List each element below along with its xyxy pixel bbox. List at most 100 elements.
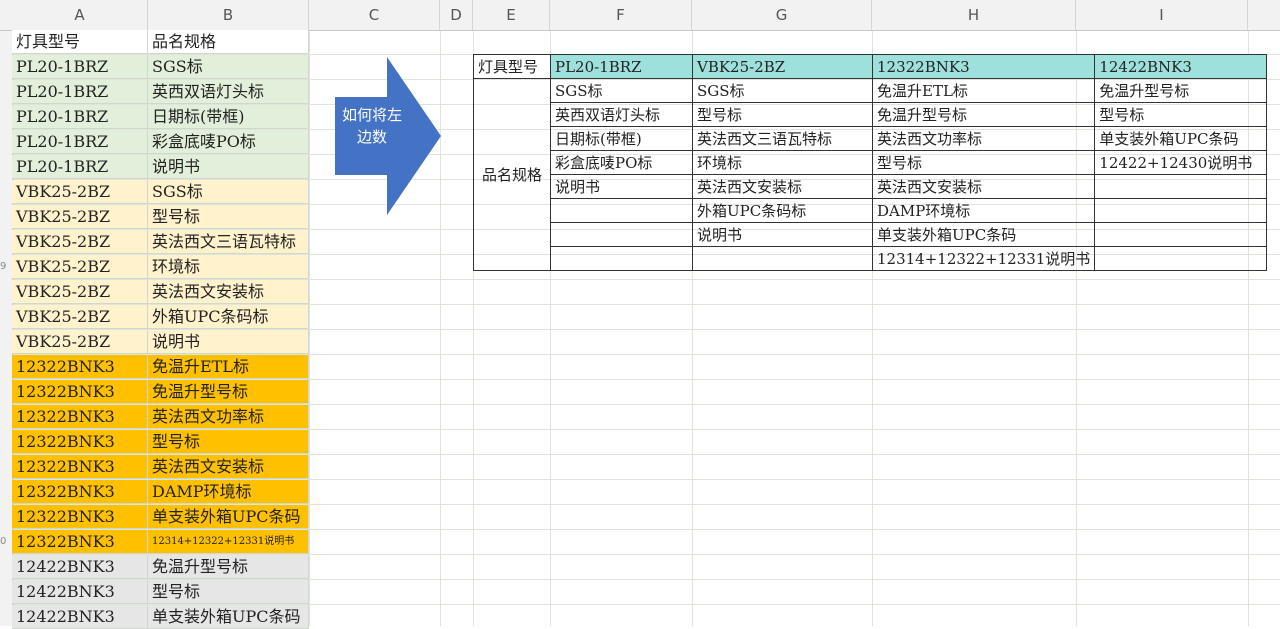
cell-model[interactable]: VBK25-2BZ xyxy=(12,180,148,204)
cell-spec[interactable]: SGS标 xyxy=(148,55,309,79)
cell-spec[interactable]: 免温升型号标 xyxy=(148,380,309,404)
cell-model[interactable]: PL20-1BRZ xyxy=(12,80,148,104)
cell-spec[interactable]: 英西双语灯头标 xyxy=(148,80,309,104)
column-header-i[interactable]: I xyxy=(1076,0,1248,30)
result-spec-cell[interactable] xyxy=(1094,198,1268,223)
result-spec-cell[interactable]: 英法西文安装标 xyxy=(871,174,1096,199)
cell-model[interactable]: 12322BNK3 xyxy=(12,480,148,504)
result-spec-cell[interactable]: DAMP环境标 xyxy=(871,198,1096,223)
result-model-header[interactable]: 12422BNK3 xyxy=(1094,54,1268,79)
cell-spec[interactable]: DAMP环境标 xyxy=(148,480,309,504)
cell-model[interactable]: VBK25-2BZ xyxy=(12,230,148,254)
result-spec-cell[interactable]: 英法西文安装标 xyxy=(692,174,873,199)
column-header-c[interactable]: C xyxy=(309,0,440,30)
cell-b1[interactable]: 品名规格 xyxy=(148,30,309,54)
result-spec-cell[interactable]: 日期标(带框) xyxy=(550,126,693,151)
column-header-b[interactable]: B xyxy=(148,0,309,30)
row-number[interactable]: 0 xyxy=(0,536,12,547)
cell-spec[interactable]: 型号标 xyxy=(148,430,309,454)
cell-spec[interactable]: 日期标(带框) xyxy=(148,105,309,129)
cell-model[interactable]: 12422BNK3 xyxy=(12,605,148,629)
cell-model[interactable]: VBK25-2BZ xyxy=(12,255,148,279)
result-spec-cell[interactable]: 免温升型号标 xyxy=(871,102,1096,127)
result-spec-cell[interactable] xyxy=(1094,246,1268,271)
cell-a1[interactable]: 灯具型号 xyxy=(12,30,148,54)
result-model-header[interactable]: PL20-1BRZ xyxy=(550,54,693,79)
cell-model[interactable]: 12322BNK3 xyxy=(12,455,148,479)
cell-model[interactable]: PL20-1BRZ xyxy=(12,130,148,154)
result-spec-cell[interactable]: 英西双语灯头标 xyxy=(550,102,693,127)
result-spec-cell[interactable]: 英法西文功率标 xyxy=(871,126,1096,151)
cell-model[interactable]: PL20-1BRZ xyxy=(12,155,148,179)
arrow-label: 如何将左边数 xyxy=(341,106,402,146)
column-header-g[interactable]: G xyxy=(692,0,872,30)
result-spec-cell[interactable]: SGS标 xyxy=(692,78,873,103)
result-spec-cell[interactable] xyxy=(1094,222,1268,247)
cell-spec[interactable]: 单支装外箱UPC条码 xyxy=(148,505,309,529)
cell-spec[interactable]: 型号标 xyxy=(148,205,309,229)
result-spec-cell[interactable]: 环境标 xyxy=(692,150,873,175)
cell-spec[interactable]: 型号标 xyxy=(148,580,309,604)
result-spec-cell[interactable]: 说明书 xyxy=(550,174,693,199)
result-spec-cell[interactable] xyxy=(692,246,873,271)
result-spec-cell[interactable]: SGS标 xyxy=(550,78,693,103)
cell-spec[interactable]: 彩盒底唛PO标 xyxy=(148,130,309,154)
cell-model[interactable]: VBK25-2BZ xyxy=(12,305,148,329)
result-spec-cell[interactable]: 外箱UPC条码标 xyxy=(692,198,873,223)
cell-model[interactable]: VBK25-2BZ xyxy=(12,280,148,304)
grid-column-line xyxy=(309,30,310,626)
cell-model[interactable]: 12322BNK3 xyxy=(12,405,148,429)
result-table: 灯具型号 PL20-1BRZ VBK25-2BZ 12322BNK3 12422BNK3… xyxy=(473,54,1268,271)
result-model-label[interactable]: 灯具型号 xyxy=(473,54,551,79)
result-spec-cell[interactable] xyxy=(550,198,693,223)
result-spec-cell[interactable]: 型号标 xyxy=(692,102,873,127)
column-header-d[interactable]: D xyxy=(440,0,473,30)
result-model-header[interactable]: 12322BNK3 xyxy=(871,54,1096,79)
result-spec-cell[interactable]: 免温升型号标 xyxy=(1094,78,1268,103)
result-spec-cell[interactable]: 彩盒底唛PO标 xyxy=(550,150,693,175)
cell-spec[interactable]: 英法西文安装标 xyxy=(148,280,309,304)
cell-spec[interactable]: 单支装外箱UPC条码 xyxy=(148,605,309,629)
cell-model[interactable]: 12322BNK3 xyxy=(12,355,148,379)
result-spec-cell[interactable]: 免温升ETL标 xyxy=(871,78,1096,103)
cell-model[interactable]: 12322BNK3 xyxy=(12,430,148,454)
column-header-h[interactable]: H xyxy=(872,0,1076,30)
cell-spec[interactable]: 英法西文安装标 xyxy=(148,455,309,479)
cell-model[interactable]: 12322BNK3 xyxy=(12,530,148,554)
cell-model[interactable]: PL20-1BRZ xyxy=(12,55,148,79)
cell-model[interactable]: PL20-1BRZ xyxy=(12,105,148,129)
cell-model[interactable]: 12422BNK3 xyxy=(12,555,148,579)
cell-model[interactable]: 12322BNK3 xyxy=(12,380,148,404)
cell-spec[interactable]: 说明书 xyxy=(148,155,309,179)
result-spec-cell[interactable]: 单支装外箱UPC条码 xyxy=(1094,126,1268,151)
cell-spec[interactable]: 英法西文三语瓦特标 xyxy=(148,230,309,254)
result-spec-cell[interactable]: 型号标 xyxy=(1094,102,1268,127)
cell-model[interactable]: VBK25-2BZ xyxy=(12,205,148,229)
result-spec-cell[interactable] xyxy=(550,222,693,247)
result-spec-cell[interactable]: 12422+12430说明书 xyxy=(1094,150,1268,175)
result-spec-label[interactable]: 品名规格 xyxy=(473,78,551,271)
row-number[interactable]: 9 xyxy=(0,261,12,272)
cell-spec[interactable]: 免温升型号标 xyxy=(148,555,309,579)
result-spec-cell[interactable]: 型号标 xyxy=(871,150,1096,175)
result-model-header[interactable]: VBK25-2BZ xyxy=(692,54,873,79)
cell-spec[interactable]: SGS标 xyxy=(148,180,309,204)
column-header-a[interactable]: A xyxy=(12,0,148,30)
result-spec-cell[interactable]: 英法西文三语瓦特标 xyxy=(692,126,873,151)
cell-spec[interactable]: 说明书 xyxy=(148,330,309,354)
cell-spec[interactable]: 环境标 xyxy=(148,255,309,279)
cell-spec[interactable]: 外箱UPC条码标 xyxy=(148,305,309,329)
result-spec-cell[interactable]: 说明书 xyxy=(692,222,873,247)
result-spec-cell[interactable]: 单支装外箱UPC条码 xyxy=(871,222,1096,247)
cell-spec[interactable]: 12314+12322+12331说明书 xyxy=(148,530,309,554)
result-spec-cell[interactable] xyxy=(550,246,693,271)
cell-spec[interactable]: 免温升ETL标 xyxy=(148,355,309,379)
result-spec-cell[interactable]: 12314+12322+12331说明书 xyxy=(871,246,1096,271)
cell-model[interactable]: 12322BNK3 xyxy=(12,505,148,529)
cell-spec[interactable]: 英法西文功率标 xyxy=(148,405,309,429)
cell-model[interactable]: VBK25-2BZ xyxy=(12,330,148,354)
result-spec-cell[interactable] xyxy=(1094,174,1268,199)
column-header-f[interactable]: F xyxy=(550,0,692,30)
column-header-e[interactable]: E xyxy=(473,0,550,30)
cell-model[interactable]: 12422BNK3 xyxy=(12,580,148,604)
